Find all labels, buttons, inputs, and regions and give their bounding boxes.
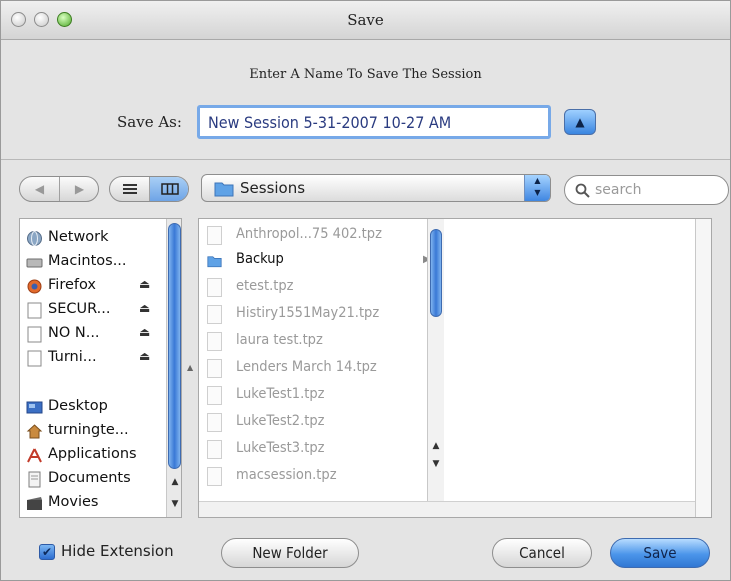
network-icon [27,231,42,246]
document-icon [207,467,222,486]
volume-icon [27,350,42,367]
popup-arrows-icon: ▲ ▼ [524,175,550,201]
disclosure-up-icon: ▲ [575,115,585,129]
file-item[interactable]: macsession.tpz [199,464,427,489]
title-bar: Save [1,1,730,40]
search-icon [575,183,590,198]
file-item[interactable]: laura test.tpz [199,329,427,354]
document-icon [207,305,222,324]
file-item[interactable]: LukeTest3.tpz [199,437,427,462]
search-field[interactable]: search [564,175,729,205]
forward-arrow-icon: ▶ [74,182,85,196]
file-column: Anthropol...75 402.tpz Backup ▶ etest.tp… [199,219,444,517]
save-button[interactable]: Save [610,538,710,568]
document-icon [207,332,222,351]
browser-horizontal-scrollbar[interactable] [199,501,695,517]
forward-button[interactable]: ▶ [60,177,98,201]
list-view-icon [122,184,137,194]
sidebar-scrollbar[interactable]: ▲ ▼ [166,219,181,517]
sidebar-scroll-thumb[interactable] [168,223,181,469]
scroll-down-arrow-icon[interactable]: ▼ [428,459,444,469]
sidebar-item-applications[interactable]: Applications [20,443,166,468]
document-icon [207,386,222,405]
column-view-button[interactable] [150,177,188,201]
sidebar-item-turning[interactable]: Turni... ⏏ [20,346,166,371]
back-arrow-icon: ◀ [34,182,45,196]
scroll-down-arrow-icon[interactable]: ▼ [167,499,181,509]
file-item[interactable]: etest.tpz [199,275,427,300]
document-icon [207,440,222,459]
sidebar-resize-handle[interactable]: ▲ [184,218,196,518]
sidebar-item-firefox[interactable]: Firefox ⏏ [20,274,166,299]
divider [1,159,730,160]
list-view-button[interactable] [110,177,149,201]
sidebar: Network Macintos... Firefox ⏏ SECUR... ⏏… [19,218,182,518]
scroll-up-arrow-icon[interactable]: ▲ [167,477,181,487]
hide-extension-label: Hide Extension [61,542,174,560]
document-icon [207,359,222,378]
applications-icon [27,448,42,463]
folder-icon [207,256,222,268]
document-icon [207,413,222,432]
home-icon [26,424,43,439]
resize-arrow-icon: ▲ [187,363,194,372]
eject-icon[interactable]: ⏏ [139,349,150,363]
file-item[interactable]: Anthropol...75 402.tpz [199,223,427,248]
search-placeholder: search [595,182,642,198]
file-item[interactable]: LukeTest1.tpz [199,383,427,408]
document-icon [207,226,222,245]
cancel-button[interactable]: Cancel [492,538,592,568]
history-segment: ◀ ▶ [19,176,99,202]
sidebar-item-home[interactable]: turningte... [20,419,166,444]
firefox-disk-icon [27,279,42,294]
column-view-icon [160,183,179,195]
collapse-dialog-button[interactable]: ▲ [564,109,596,135]
folder-icon [214,182,234,197]
browser-scrollbar[interactable] [695,219,711,517]
sidebar-item-secur[interactable]: SECUR... ⏏ [20,298,166,323]
save-as-label: Save As: [117,113,182,131]
location-popup[interactable]: Sessions ▲ ▼ [201,174,551,202]
hide-extension-checkbox[interactable]: ✔ [39,544,55,560]
volume-icon [27,302,42,319]
file-item[interactable]: Histiry1551May21.tpz [199,302,427,327]
back-button[interactable]: ◀ [20,177,59,201]
file-item[interactable]: Lenders March 14.tpz [199,356,427,381]
hard-drive-icon [26,258,43,268]
eject-icon[interactable]: ⏏ [139,325,150,339]
new-folder-button[interactable]: New Folder [221,538,359,568]
file-column-scrollbar[interactable]: ▲ ▼ [427,219,444,517]
sidebar-item-macintosh-hd[interactable]: Macintos... [20,250,166,275]
folder-item-backup[interactable]: Backup ▶ [199,248,431,273]
save-dialog: Save Enter A Name To Save The Session Sa… [0,0,731,581]
sidebar-item-documents[interactable]: Documents [20,467,166,492]
file-browser: Anthropol...75 402.tpz Backup ▶ etest.tp… [198,218,712,518]
location-label: Sessions [240,179,306,197]
scroll-up-arrow-icon[interactable]: ▲ [428,441,444,451]
eject-icon[interactable]: ⏏ [139,277,150,291]
sidebar-item-no-name[interactable]: NO N... ⏏ [20,322,166,347]
save-prompt: Enter A Name To Save The Session [249,67,482,82]
file-item[interactable]: LukeTest2.tpz [199,410,427,435]
eject-icon[interactable]: ⏏ [139,301,150,315]
sidebar-item-network[interactable]: Network [20,226,166,251]
sidebar-item-desktop[interactable]: Desktop [20,395,166,420]
checkmark-icon: ✔ [41,545,53,559]
movies-icon [27,497,42,510]
view-mode-segment [109,176,189,202]
window-title: Save [347,11,384,29]
desktop-icon [26,401,43,414]
save-as-field[interactable] [197,105,551,139]
file-column-scroll-thumb[interactable] [430,229,442,317]
documents-icon [28,471,41,488]
volume-icon [27,326,42,343]
sidebar-item-movies[interactable]: Movies [20,491,166,516]
document-icon [207,278,222,297]
